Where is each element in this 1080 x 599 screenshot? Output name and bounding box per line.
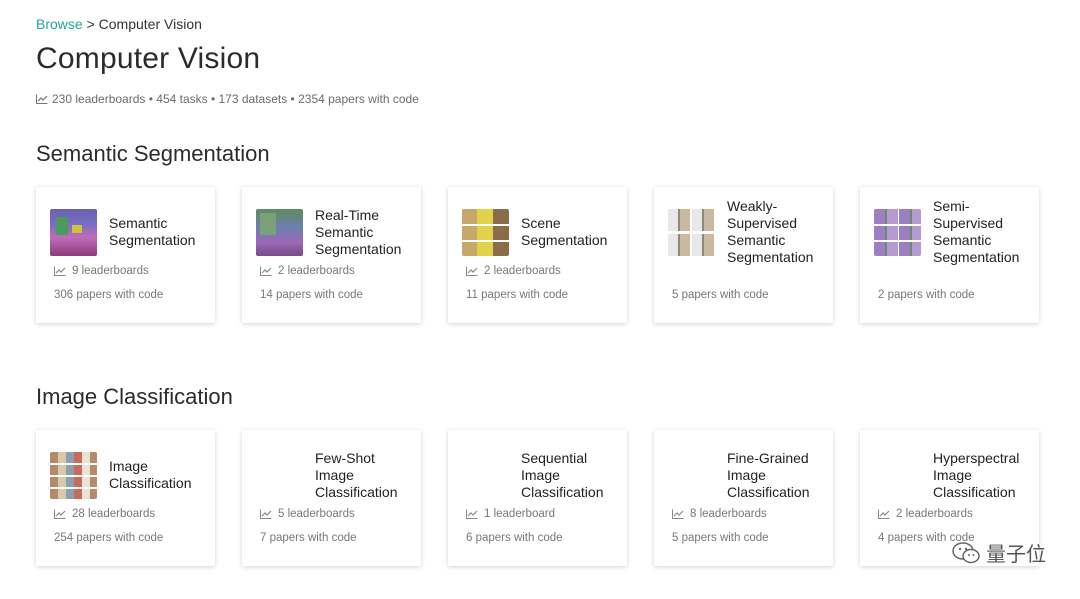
task-card-header: Few-Shot Image Classification xyxy=(256,442,415,508)
task-leaderboards: 5 leaderboards xyxy=(260,508,355,520)
task-thumbnail xyxy=(50,208,97,256)
task-card-title[interactable]: Sequential Image Classification xyxy=(521,450,621,501)
task-papers-count: 14 papers with code xyxy=(260,289,363,301)
task-card-header: Real-Time Semantic Segmentation xyxy=(256,199,415,265)
task-card-header: Image Classification xyxy=(50,442,209,508)
task-card-title[interactable]: Few-Shot Image Classification xyxy=(315,450,415,501)
line-chart-icon xyxy=(466,266,478,276)
breadcrumb-browse-link[interactable]: Browse xyxy=(36,16,83,32)
task-leaderboards: 8 leaderboards xyxy=(672,508,767,520)
task-leaderboards-count: 8 leaderboards xyxy=(690,508,767,520)
task-leaderboards: 2 leaderboards xyxy=(466,265,561,277)
breadcrumb: Browse > Computer Vision xyxy=(36,16,202,32)
task-leaderboards-count: 1 leaderboard xyxy=(484,508,555,520)
task-papers: 7 papers with code xyxy=(260,532,357,544)
task-papers: 11 papers with code xyxy=(466,289,568,301)
task-card-header: Scene Segmentation xyxy=(462,199,621,265)
task-thumbnail xyxy=(256,208,303,256)
task-papers: 5 papers with code xyxy=(672,532,769,544)
task-card[interactable]: Semantic Segmentation 9 leaderboards 306 p… xyxy=(36,187,215,323)
task-card-title[interactable]: Weakly-Supervised Semantic Segmentation xyxy=(727,198,827,266)
line-chart-icon xyxy=(54,266,66,276)
section-title-semantic-segmentation[interactable]: Semantic Segmentation xyxy=(36,141,270,167)
task-leaderboards: 2 leaderboards xyxy=(878,508,973,520)
task-leaderboards-count: 5 leaderboards xyxy=(278,508,355,520)
task-leaderboards-count: 28 leaderboards xyxy=(72,508,156,520)
task-leaderboards: 1 leaderboard xyxy=(466,508,555,520)
task-card[interactable]: Sequential Image Classification 1 leaderb… xyxy=(448,430,627,566)
task-leaderboards: 28 leaderboards xyxy=(54,508,155,520)
task-papers-count: 5 papers with code xyxy=(672,289,769,301)
section-title-image-classification[interactable]: Image Classification xyxy=(36,384,233,410)
watermark: 量子位 xyxy=(952,538,1046,567)
task-card[interactable]: Image Classification 28 leaderboards 254 p… xyxy=(36,430,215,566)
task-papers-count: 5 papers with code xyxy=(672,532,769,544)
task-leaderboards-count: 2 leaderboards xyxy=(896,508,973,520)
task-leaderboards: 2 leaderboards xyxy=(260,265,355,277)
task-card-header: Hyperspectral Image Classification xyxy=(874,442,1033,508)
task-papers: 2 papers with code xyxy=(878,289,975,301)
task-thumbnail xyxy=(462,208,509,256)
line-chart-icon xyxy=(260,509,272,519)
task-thumbnail xyxy=(874,452,921,499)
breadcrumb-separator: > xyxy=(86,16,95,32)
task-card-row-image-classification: Image Classification 28 leaderboards 254 p… xyxy=(36,430,1039,566)
wechat-logo-icon xyxy=(952,541,980,563)
task-card-header: Sequential Image Classification xyxy=(462,442,621,508)
line-chart-icon xyxy=(672,509,684,519)
task-leaderboards-count: 9 leaderboards xyxy=(72,265,149,277)
task-card[interactable]: Semi-Supervised Semantic Segmentation 2 p… xyxy=(860,187,1039,323)
task-card-title[interactable]: Real-Time Semantic Segmentation xyxy=(315,207,415,258)
task-card-title[interactable]: Image Classification xyxy=(109,458,209,492)
task-card-header: Semi-Supervised Semantic Segmentation xyxy=(874,198,1033,266)
page-title: Computer Vision xyxy=(36,42,261,75)
task-papers-count: 7 papers with code xyxy=(260,532,357,544)
task-card-title[interactable]: Fine-Grained Image Classification xyxy=(727,450,827,501)
task-card-title[interactable]: Hyperspectral Image Classification xyxy=(933,450,1033,501)
task-papers-count: 306 papers with code xyxy=(54,289,164,301)
area-stats: 230 leaderboards • 454 tasks • 173 datas… xyxy=(36,92,419,106)
task-thumbnail xyxy=(50,451,97,499)
task-card-header: Semantic Segmentation xyxy=(50,199,209,265)
task-card-title[interactable]: Semi-Supervised Semantic Segmentation xyxy=(933,198,1033,266)
line-chart-icon xyxy=(54,509,66,519)
line-chart-icon xyxy=(36,94,48,104)
task-card-title[interactable]: Semantic Segmentation xyxy=(109,215,209,249)
task-card[interactable]: Real-Time Semantic Segmentation 2 leaderb… xyxy=(242,187,421,323)
task-leaderboards-count: 2 leaderboards xyxy=(484,265,561,277)
task-card-title[interactable]: Scene Segmentation xyxy=(521,215,621,249)
task-thumbnail xyxy=(668,208,715,256)
line-chart-icon xyxy=(466,509,478,519)
task-papers-count: 2 papers with code xyxy=(878,289,975,301)
watermark-text: 量子位 xyxy=(986,544,1046,566)
task-papers: 254 papers with code xyxy=(54,532,163,544)
task-leaderboards: 9 leaderboards xyxy=(54,265,149,277)
task-card[interactable]: Weakly-Supervised Semantic Segmentation 5… xyxy=(654,187,833,323)
area-stats-text: 230 leaderboards • 454 tasks • 173 datas… xyxy=(52,92,419,106)
task-papers-count: 6 papers with code xyxy=(466,532,563,544)
task-papers: 306 papers with code xyxy=(54,289,163,301)
task-thumbnail xyxy=(874,208,921,256)
task-thumbnail xyxy=(256,452,303,499)
task-papers: 5 papers with code xyxy=(672,289,769,301)
line-chart-icon xyxy=(878,509,890,519)
task-leaderboards-count: 2 leaderboards xyxy=(278,265,355,277)
task-card-row-semantic-segmentation: Semantic Segmentation 9 leaderboards 306 p… xyxy=(36,187,1039,323)
line-chart-icon xyxy=(260,266,272,276)
breadcrumb-current: Computer Vision xyxy=(98,16,202,32)
task-thumbnail xyxy=(462,452,509,499)
task-card[interactable]: Few-Shot Image Classification 5 leaderboa… xyxy=(242,430,421,566)
task-papers-count: 11 papers with code xyxy=(466,289,569,301)
task-papers: 6 papers with code xyxy=(466,532,563,544)
task-card-header: Fine-Grained Image Classification xyxy=(668,442,827,508)
task-thumbnail xyxy=(668,452,715,499)
task-card[interactable]: Scene Segmentation 2 leaderboards 11 paper… xyxy=(448,187,627,323)
task-card[interactable]: Fine-Grained Image Classification 8 leade… xyxy=(654,430,833,566)
task-papers-count: 254 papers with code xyxy=(54,532,164,544)
task-card-header: Weakly-Supervised Semantic Segmentation xyxy=(668,198,827,266)
task-papers: 14 papers with code xyxy=(260,289,363,301)
